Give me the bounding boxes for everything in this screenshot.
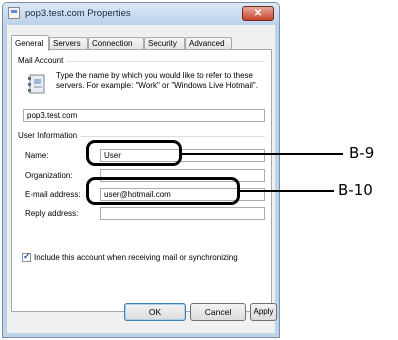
close-button[interactable]: ✕ [242,6,274,21]
reply-label: Reply address: [25,209,79,218]
b9-leader-line [181,153,343,155]
address-book-icon [28,74,45,94]
window-title: pop3.test.com Properties [25,8,131,19]
include-account-label[interactable]: Include this account when receiving mail… [34,253,238,262]
b10-leader-line [239,190,334,192]
organization-label: Organization: [25,171,73,180]
mail-account-description: Type the name by which you would like to… [56,71,258,90]
user-info-group-label: User Information [18,131,81,140]
apply-button[interactable]: Apply [250,303,277,321]
name-label: Name: [25,151,49,160]
mail-account-group-label: Mail Account [18,56,67,65]
include-account-checkbox[interactable]: ✓ [22,251,31,262]
cancel-button[interactable]: Cancel [190,303,246,321]
tab-general[interactable]: General [11,35,49,51]
window-icon [8,7,20,19]
email-highlight-ring [86,177,240,205]
b9-callout-label: B-9 [349,144,375,162]
title-bar[interactable]: pop3.test.com Properties ✕ [3,3,279,25]
name-highlight-ring [86,140,182,166]
checkmark-icon: ✓ [23,251,31,261]
b10-callout-label: B-10 [338,181,373,199]
email-label: E-mail address: [25,190,81,199]
properties-dialog: pop3.test.com Properties ✕ General Serve… [2,2,280,338]
ok-button[interactable]: OK [124,303,186,321]
account-name-input[interactable]: pop3.test.com [23,109,265,122]
reply-input[interactable] [100,207,265,220]
